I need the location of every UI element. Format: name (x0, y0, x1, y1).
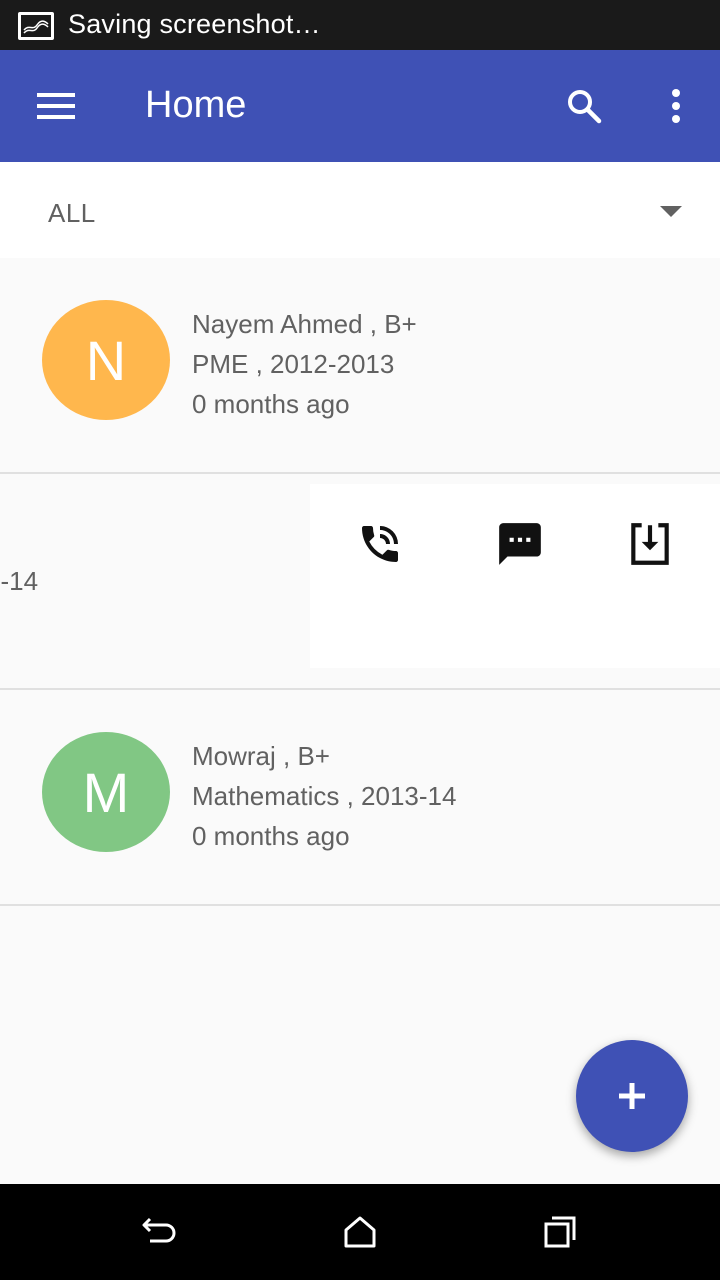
save-download-icon[interactable] (620, 514, 680, 574)
donor-department: PME , 2012-2013 (192, 349, 395, 379)
home-icon[interactable] (336, 1208, 384, 1256)
swipe-action-panel (310, 484, 720, 668)
list-item-swiped[interactable]: 3-14 (0, 474, 720, 690)
dropdown-arrow-icon (660, 206, 682, 217)
hamburger-menu-icon[interactable] (24, 78, 88, 134)
avatar: M (42, 732, 170, 852)
filter-selected-value: ALL (48, 198, 96, 228)
system-nav-bar (0, 1184, 720, 1280)
search-icon[interactable] (556, 78, 612, 134)
donor-last-donated: 0 months ago (192, 389, 350, 419)
donor-department: Mathematics , 2013-14 (192, 781, 457, 811)
app-bar: Home (0, 50, 720, 162)
page-title: Home (145, 84, 247, 126)
add-icon (619, 1083, 645, 1109)
filter-dropdown[interactable]: ALL (0, 162, 720, 258)
status-bar: Saving screenshot… (0, 0, 720, 50)
sms-icon[interactable] (490, 514, 550, 574)
list-item[interactable]: M Mowraj , B+ Mathematics , 2013-14 0 mo… (0, 690, 720, 906)
donor-name: Nayem Ahmed , B+ (192, 309, 417, 339)
donor-last-donated: 0 months ago (192, 821, 350, 851)
back-icon[interactable] (136, 1208, 184, 1256)
donor-name: Mowraj , B+ (192, 741, 330, 771)
avatar: N (42, 300, 170, 420)
screenshot-icon (18, 12, 54, 40)
list-item[interactable]: N Nayem Ahmed , B+ PME , 2012-2013 0 mon… (0, 258, 720, 474)
add-button[interactable] (576, 1040, 688, 1152)
recents-icon[interactable] (536, 1208, 584, 1256)
phone-in-talk-icon[interactable] (350, 514, 410, 574)
more-vert-icon[interactable] (648, 78, 704, 134)
status-text: Saving screenshot… (68, 9, 321, 39)
clipped-text: 3-14 (0, 566, 39, 596)
